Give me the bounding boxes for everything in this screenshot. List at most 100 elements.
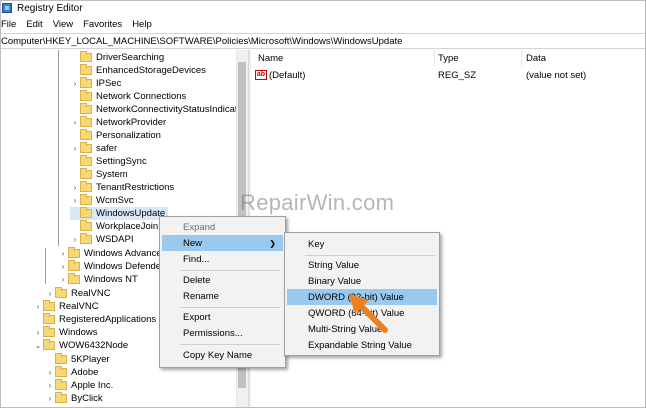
tree-item-settingsync[interactable]: SettingSync: [70, 155, 147, 168]
tree-item-windows[interactable]: › Windows: [33, 326, 98, 339]
tree-item-networkprovider[interactable]: › NetworkProvider: [70, 116, 166, 129]
tree-item-windows-advanced[interactable]: › Windows Advanced: [58, 247, 167, 260]
chevron-right-icon[interactable]: ›: [70, 196, 80, 205]
folder-icon: [80, 103, 92, 114]
tree-item-workplacejoin[interactable]: WorkplaceJoin: [70, 220, 158, 233]
chevron-right-icon[interactable]: ›: [58, 249, 68, 258]
address-path[interactable]: Computer\HKEY_LOCAL_MACHINE\SOFTWARE\Pol…: [1, 36, 402, 47]
folder-icon: [43, 300, 55, 311]
column-header-name[interactable]: Name: [258, 53, 283, 64]
menu-item-export[interactable]: Export: [160, 309, 285, 325]
tree-item-windows-defender[interactable]: › Windows Defender: [58, 260, 164, 273]
folder-icon: [80, 90, 92, 101]
folder-icon: [80, 220, 92, 231]
tree-item-wcmsvc[interactable]: › WcmSvc: [70, 194, 133, 207]
tree-item-apple-inc[interactable]: › Apple Inc.: [45, 379, 113, 392]
tree-item-windows-nt[interactable]: › Windows NT: [58, 273, 138, 286]
folder-icon: [68, 273, 80, 284]
tree-item-wsdapi[interactable]: › WSDAPI: [70, 233, 133, 246]
menu-item-delete[interactable]: Delete: [160, 272, 285, 288]
menu-item-permissions[interactable]: Permissions...: [160, 325, 285, 341]
value-name: (Default): [269, 69, 306, 81]
column-header-data[interactable]: Data: [526, 53, 546, 64]
chevron-right-icon[interactable]: ›: [70, 183, 80, 192]
menu-item-new[interactable]: New ❯: [162, 235, 283, 251]
chevron-right-icon[interactable]: ›: [58, 262, 68, 271]
menu-item-rename[interactable]: Rename: [160, 288, 285, 304]
chevron-right-icon[interactable]: ›: [45, 381, 55, 390]
folder-icon: [80, 51, 92, 62]
title-bar: Registry Editor: [0, 0, 646, 16]
folder-icon: [43, 339, 55, 350]
chevron-down-icon[interactable]: ⌄: [33, 341, 43, 350]
folder-icon: [80, 116, 92, 127]
tree-item-driversearching[interactable]: DriverSearching: [70, 51, 164, 64]
folder-icon: [55, 287, 67, 298]
folder-icon: [80, 168, 92, 179]
folder-icon: [68, 247, 80, 258]
folder-icon: [80, 64, 92, 75]
menu-separator: [180, 344, 280, 345]
submenu-item-key[interactable]: Key: [285, 236, 439, 252]
column-separator[interactable]: [434, 50, 435, 66]
folder-icon: [43, 313, 55, 324]
folder-icon: [55, 379, 67, 390]
folder-icon: [55, 366, 67, 377]
menu-item-copy-key-name[interactable]: Copy Key Name: [160, 347, 285, 363]
folder-icon: [43, 326, 55, 337]
value-data: (value not set): [526, 69, 587, 81]
chevron-right-icon[interactable]: ›: [45, 289, 55, 298]
tree-item-tenantrestrictions[interactable]: › TenantRestrictions: [70, 181, 174, 194]
chevron-right-icon[interactable]: ›: [70, 118, 80, 127]
tree-item-personalization[interactable]: Personalization: [70, 129, 161, 142]
submenu-item-string-value[interactable]: String Value: [285, 257, 439, 273]
tree-item-registeredapplications[interactable]: RegisteredApplications: [33, 313, 156, 326]
folder-icon: [80, 142, 92, 153]
annotation-arrow-icon: [349, 294, 388, 333]
menu-item-expand[interactable]: Expand: [160, 219, 285, 235]
tree-item-networkconnectivitystatusindicator[interactable]: NetworkConnectivityStatusIndicator: [70, 103, 246, 116]
tree-guide-line: [45, 248, 46, 284]
menu-separator: [180, 307, 280, 308]
folder-icon: [80, 207, 92, 218]
string-value-icon: ab: [255, 70, 267, 80]
tree-item-safer[interactable]: › safer: [70, 142, 117, 155]
tree-item-enhancedstoragedevices[interactable]: EnhancedStorageDevices: [70, 64, 206, 77]
tree-item-byclick[interactable]: › ByClick: [45, 392, 103, 405]
menu-file[interactable]: File: [1, 19, 16, 30]
column-header-type[interactable]: Type: [438, 53, 459, 64]
chevron-right-icon[interactable]: ›: [33, 328, 43, 337]
tree-item-adobe[interactable]: › Adobe: [45, 366, 98, 379]
folder-icon: [80, 194, 92, 205]
menu-help[interactable]: Help: [132, 19, 152, 30]
menu-favorites[interactable]: Favorites: [83, 19, 122, 30]
address-bar[interactable]: Computer\HKEY_LOCAL_MACHINE\SOFTWARE\Pol…: [0, 33, 646, 49]
tree-item-network-connections[interactable]: Network Connections: [70, 90, 186, 103]
submenu-item-binary-value[interactable]: Binary Value: [285, 273, 439, 289]
chevron-right-icon[interactable]: ›: [33, 302, 43, 311]
column-separator[interactable]: [521, 50, 522, 66]
value-row-default[interactable]: ab (Default) REG_SZ (value not set): [255, 68, 645, 82]
chevron-right-icon[interactable]: ›: [45, 394, 55, 403]
menu-view[interactable]: View: [53, 19, 73, 30]
tree-item-ipsec[interactable]: › IPSec: [70, 77, 121, 90]
tree-item-system[interactable]: System: [70, 168, 128, 181]
menu-edit[interactable]: Edit: [26, 19, 42, 30]
menu-item-find[interactable]: Find...: [160, 251, 285, 267]
folder-icon: [80, 77, 92, 88]
chevron-right-icon[interactable]: ›: [70, 235, 80, 244]
chevron-right-icon[interactable]: ›: [58, 275, 68, 284]
chevron-right-icon[interactable]: ›: [70, 79, 80, 88]
tree-item-realvnc-sub[interactable]: › RealVNC: [45, 287, 111, 300]
tree-item-wow6432node[interactable]: ⌄ WOW6432Node: [33, 339, 128, 352]
chevron-right-icon[interactable]: ›: [70, 144, 80, 153]
window-title: Registry Editor: [17, 2, 83, 14]
value-type: REG_SZ: [438, 69, 477, 81]
chevron-right-icon[interactable]: ›: [45, 368, 55, 377]
tree-item-windowsupdate-selected[interactable]: WindowsUpdate: [70, 207, 169, 220]
menu-separator: [305, 255, 435, 256]
tree-item-5kplayer[interactable]: 5KPlayer: [45, 353, 110, 366]
folder-icon: [80, 181, 92, 192]
tree-item-realvnc[interactable]: › RealVNC: [33, 300, 99, 313]
menu-bar: File Edit View Favorites Help: [0, 17, 646, 32]
